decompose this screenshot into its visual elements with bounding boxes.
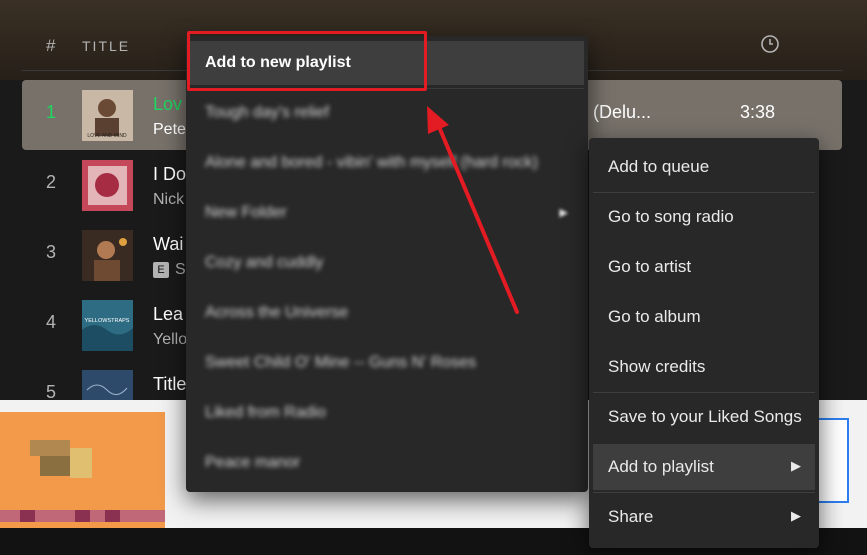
track-artist[interactable]: Yello	[153, 331, 187, 349]
track-context-menu: Add to queue Go to song radio Go to arti…	[589, 138, 819, 548]
track-artist[interactable]: Pete	[153, 121, 186, 139]
menu-item-save-to-liked-songs[interactable]: Save to your Liked Songs	[593, 394, 815, 440]
menu-item-playlist[interactable]: Peace manor	[190, 441, 584, 485]
album-art: LOVE AND MIND	[82, 90, 133, 141]
pixelated-artwork	[0, 412, 165, 532]
svg-text:LOVE AND MIND: LOVE AND MIND	[87, 133, 127, 139]
chevron-right-icon: ▶	[791, 508, 801, 523]
track-number: 3	[46, 242, 57, 262]
menu-item-label: Add to queue	[608, 157, 710, 176]
track-title[interactable]: Lea	[153, 304, 183, 325]
track-title[interactable]: I Do	[153, 164, 186, 185]
menu-item-playlist[interactable]: Alone and bored - vibin' with myself (ha…	[190, 141, 584, 185]
album-art	[82, 160, 133, 211]
track-album[interactable]: (Delu...	[593, 102, 651, 123]
menu-item-playlist[interactable]: Tough day's relief	[190, 91, 584, 135]
menu-item-label: Sweet Child O' Mine -- Guns N' Roses	[205, 354, 477, 371]
track-artist[interactable]: S	[175, 261, 186, 278]
menu-item-add-to-playlist[interactable]: Add to playlist ▶	[593, 444, 815, 490]
menu-item-label: Across the Universe	[205, 304, 349, 321]
track-title[interactable]: Lov	[153, 94, 182, 115]
album-art: YELLOWSTRAPS	[82, 300, 133, 351]
menu-item-playlist[interactable]: Sweet Child O' Mine -- Guns N' Roses	[190, 341, 584, 385]
menu-item-label: Save to your Liked Songs	[608, 407, 802, 426]
menu-item-playlist[interactable]: Cozy and cuddly	[190, 241, 584, 285]
column-title[interactable]: TITLE	[82, 38, 130, 54]
menu-item-go-to-album[interactable]: Go to album	[593, 294, 815, 340]
menu-item-share[interactable]: Share ▶	[593, 494, 815, 540]
menu-item-go-to-song-radio[interactable]: Go to song radio	[593, 194, 815, 240]
menu-divider	[593, 492, 815, 493]
menu-item-label: Share	[608, 507, 654, 526]
svg-text:YELLOWSTRAPS: YELLOWSTRAPS	[85, 318, 130, 324]
menu-item-label: Add to playlist	[608, 457, 714, 476]
track-artist[interactable]: Nick	[153, 191, 184, 209]
menu-item-show-credits[interactable]: Show credits	[593, 344, 815, 390]
menu-item-label: Go to song radio	[608, 207, 734, 226]
menu-divider	[593, 192, 815, 193]
menu-item-add-to-queue[interactable]: Add to queue	[593, 144, 815, 190]
menu-item-label: Liked from Radio	[205, 404, 326, 421]
album-art	[82, 230, 133, 281]
track-number: 1	[46, 102, 57, 122]
column-number: #	[46, 36, 56, 55]
track-title[interactable]: Title	[153, 374, 186, 395]
menu-item-label: Cozy and cuddly	[205, 254, 324, 271]
explicit-badge: E	[153, 262, 169, 278]
menu-item-playlist[interactable]: Across the Universe	[190, 291, 584, 335]
menu-item-playlist[interactable]: Liked from Radio	[190, 391, 584, 435]
track-title[interactable]: Wai	[153, 234, 183, 255]
chevron-right-icon: ▶	[559, 207, 568, 219]
menu-item-label: Alone and bored - vibin' with myself (ha…	[205, 154, 538, 171]
track-number: 2	[46, 172, 57, 192]
track-number: 4	[46, 312, 57, 332]
menu-item-label: Tough day's relief	[205, 104, 330, 121]
playlist-submenu: Add to new playlist Tough day's relief A…	[186, 36, 588, 492]
menu-item-label: Go to album	[608, 307, 701, 326]
annotation-highlight-box	[187, 31, 427, 91]
chevron-right-icon: ▶	[791, 458, 801, 473]
menu-item-go-to-artist[interactable]: Go to artist	[593, 244, 815, 290]
menu-item-label: Show credits	[608, 357, 706, 376]
track-duration: 3:38	[740, 102, 776, 122]
menu-divider	[593, 392, 815, 393]
track-artist-line: ES	[153, 261, 186, 279]
highlight-frame	[815, 418, 849, 503]
menu-item-label: Go to artist	[608, 257, 692, 276]
menu-item-label: New Folder	[205, 204, 287, 221]
clock-icon	[761, 35, 779, 53]
menu-item-folder[interactable]: New Folder ▶	[190, 191, 584, 235]
menu-item-label: Peace manor	[205, 454, 301, 471]
